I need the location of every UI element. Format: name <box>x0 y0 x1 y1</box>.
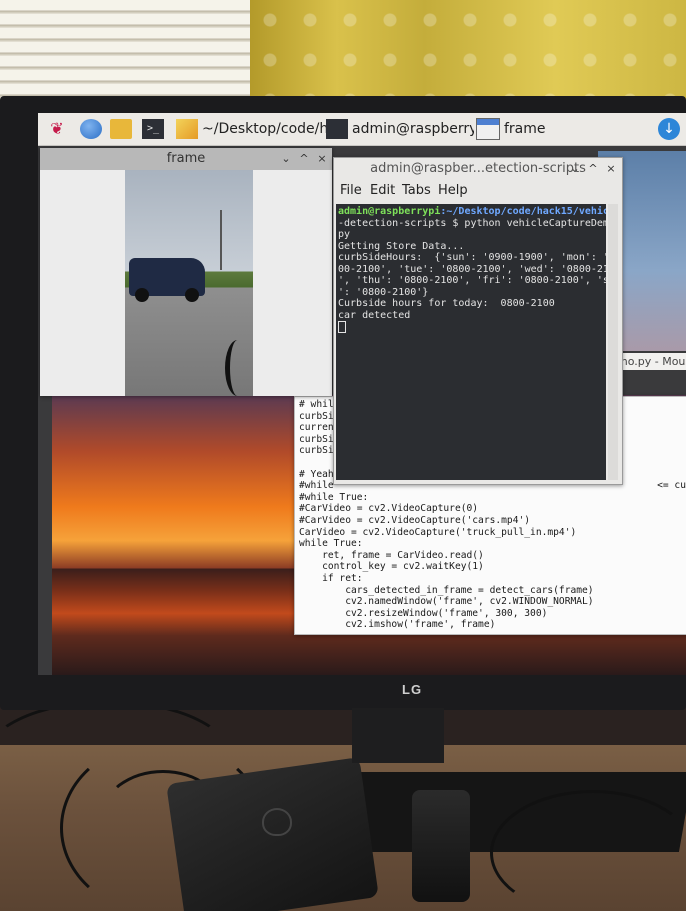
minimize-button[interactable]: ⌄ <box>567 158 583 180</box>
terminal-cursor <box>338 321 346 333</box>
taskbar-item-frame[interactable]: frame <box>476 117 596 141</box>
terminal-line: -detection-scripts $ python vehicleCaptu… <box>338 217 606 229</box>
photo-scene: LG ❦ >_ ~/Desktop/code/hac... admin@rasp… <box>0 0 686 911</box>
monitor-screen: ❦ >_ ~/Desktop/code/hac... admin@raspber… <box>38 113 686 675</box>
frame-window-title: frame <box>166 151 206 166</box>
code-line: if ret: <box>299 572 363 584</box>
taskbar-item-label: admin@raspberrypi: ... <box>352 121 474 137</box>
terminal-line: curbSideHours: {'sun': '0900-1900', 'mon… <box>338 252 606 263</box>
code-line: #CarVideo = cv2.VideoCapture(0) <box>299 503 479 515</box>
frame-window: frame ⌄ ^ × <box>40 148 332 396</box>
terminal-line: Curbside hours for today: 0800-2100 <box>338 298 555 309</box>
terminal-line: py <box>338 229 351 240</box>
editor-title[interactable]: mo.py - Mousep <box>613 353 686 370</box>
pavement-crack <box>225 340 250 396</box>
code-line: CarVideo = cv2.VideoCapture('truck_pull_… <box>299 526 577 538</box>
truck-wheel <box>185 288 199 302</box>
close-button[interactable]: × <box>314 148 330 170</box>
prompt-user: admin@raspberrypi <box>338 206 441 217</box>
video-frame-image <box>125 170 253 396</box>
minimize-button[interactable]: ⌄ <box>278 148 294 170</box>
browser-icon[interactable] <box>80 119 102 139</box>
window-icon <box>476 118 500 140</box>
monitor-brand-logo: LG <box>402 682 423 697</box>
terminal-output[interactable]: admin@raspberrypi:~/Desktop/code/hack15/… <box>336 204 606 480</box>
power-plug <box>412 790 470 902</box>
frame-video-area <box>40 170 332 396</box>
truck-wheel <box>135 288 149 302</box>
maximize-button[interactable]: ^ <box>296 148 312 170</box>
terminal-menubar: File Edit Tabs Help <box>334 180 622 202</box>
code-line: cars_detected_in_frame = detect_cars(fra… <box>299 584 594 596</box>
terminal-line: car detected <box>338 309 411 321</box>
editor-icon <box>176 119 198 139</box>
light-pole <box>220 210 222 270</box>
terminal-title: admin@raspber...etection-scripts <box>370 161 586 176</box>
raspberry-pi-logo-icon <box>262 808 292 836</box>
terminal-line: ': '0800-2100'} <box>338 286 429 298</box>
terminal-line: 00-2100', 'tue': '0800-2100', 'wed': '08… <box>338 263 606 275</box>
code-line: cv2.namedWindow('frame', cv2.WINDOW_NORM… <box>299 596 594 608</box>
taskbar-item-terminal[interactable]: admin@raspberrypi: ... <box>326 117 474 141</box>
taskbar-item-editor[interactable]: ~/Desktop/code/hac... <box>176 117 326 141</box>
terminal-window: admin@raspber...etection-scripts ⌄ ^ × F… <box>333 157 623 485</box>
code-line: ret, frame = CarVideo.read() <box>299 549 484 561</box>
file-manager-icon[interactable] <box>110 119 132 139</box>
menu-file[interactable]: File <box>340 183 362 198</box>
terminal-text: admin@raspberrypi:~/Desktop/code/hack15/… <box>336 204 606 336</box>
menu-help[interactable]: Help <box>438 183 468 198</box>
code-line: control_key = cv2.waitKey(1) <box>299 561 484 573</box>
monitor-stand-neck <box>352 708 444 763</box>
yellow-curtain <box>250 0 686 110</box>
taskbar-item-label: frame <box>504 121 546 137</box>
menu-tabs[interactable]: Tabs <box>402 183 431 198</box>
taskbar-item-label: ~/Desktop/code/hac... <box>202 121 326 137</box>
terminal-line: ', 'thu': '0800-2100', 'fri': '0800-2100… <box>338 275 606 286</box>
terminal-scrollbar[interactable] <box>608 204 618 480</box>
menu-edit[interactable]: Edit <box>370 183 395 198</box>
taskbar: ❦ >_ ~/Desktop/code/hac... admin@raspber… <box>38 113 686 146</box>
code-line: #while True: <box>299 491 369 503</box>
terminal-line: Getting Store Data... <box>338 240 465 252</box>
terminal-launcher-icon[interactable]: >_ <box>142 119 164 139</box>
code-line: #CarVideo = cv2.VideoCapture('cars.mp4') <box>299 514 531 526</box>
close-button[interactable]: × <box>603 158 619 180</box>
window-blinds <box>0 0 255 100</box>
code-line: while True: <box>299 538 363 550</box>
update-download-icon[interactable]: ↓ <box>658 118 680 140</box>
code-line: cv2.resizeWindow('frame', 300, 300) <box>299 607 548 619</box>
raspberry-menu-icon[interactable]: ❦ <box>46 119 68 139</box>
cable <box>490 790 686 911</box>
prompt-path: :~/Desktop/code/hack15/vehicle <box>440 206 606 217</box>
code-line: cv2.imshow('frame', frame) <box>299 619 496 631</box>
terminal-icon <box>326 119 348 139</box>
maximize-button[interactable]: ^ <box>585 158 601 180</box>
